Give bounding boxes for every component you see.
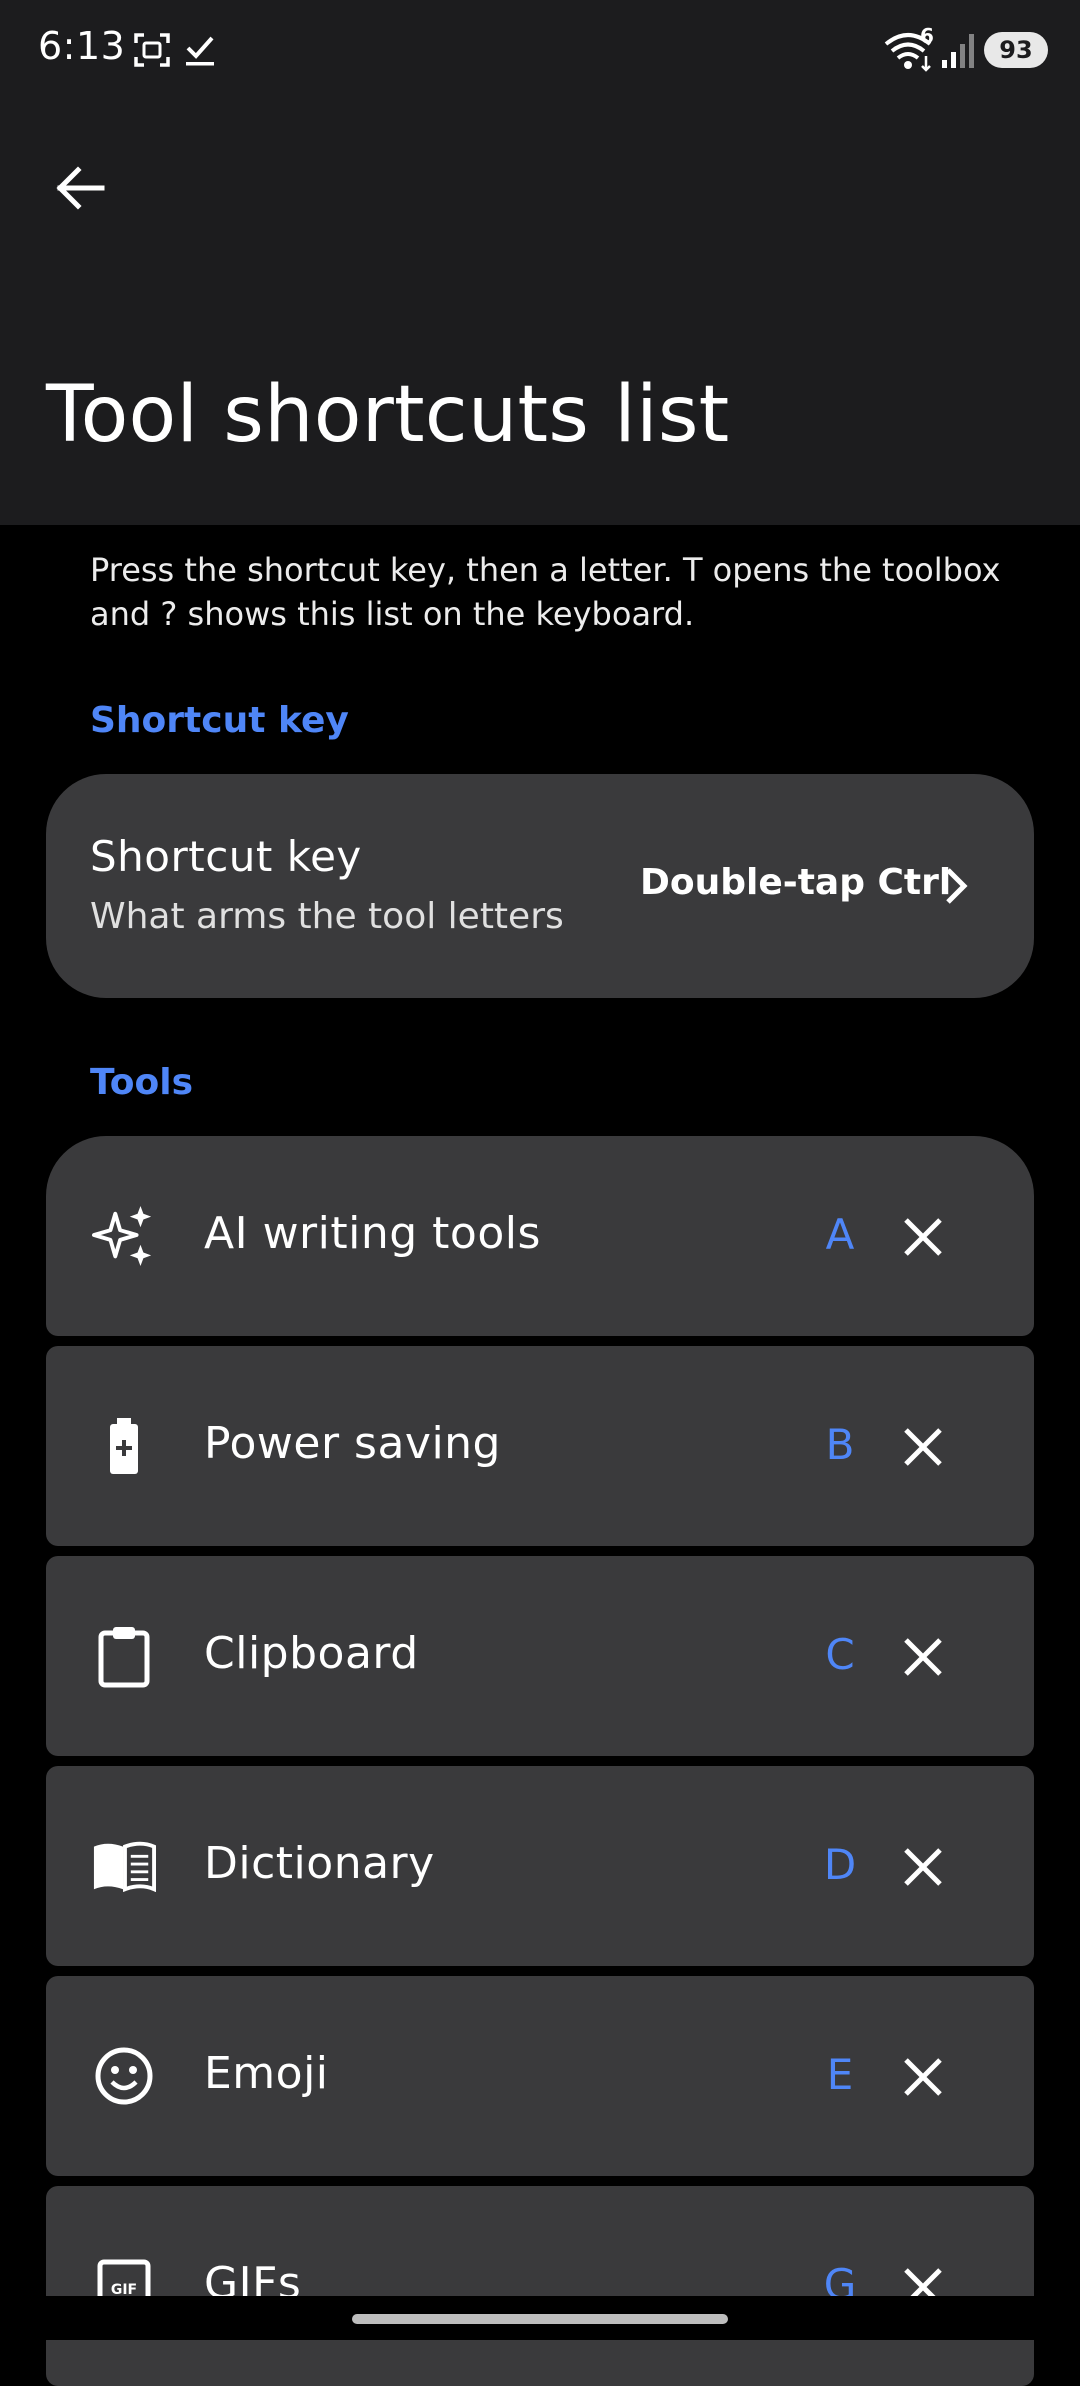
- page-description: Press the shortcut key, then a letter. T…: [90, 551, 1001, 633]
- tool-letter: E: [826, 2050, 854, 2099]
- tool-row[interactable]: [46, 1976, 1034, 2176]
- signal-icon: [940, 32, 980, 70]
- tool-row[interactable]: [46, 1766, 1034, 1966]
- tool-letter: D: [823, 1840, 857, 1889]
- tool-label: Clipboard: [204, 1628, 419, 1679]
- tool-letter: C: [825, 1630, 855, 1679]
- close-icon: [904, 1638, 942, 1676]
- arrow-left-icon: [56, 166, 105, 210]
- shortcut-key-title: Shortcut key: [90, 832, 362, 881]
- app-header: [0, 100, 1080, 525]
- tool-label: Emoji: [204, 2048, 329, 2099]
- section-header-tools: Tools: [90, 1062, 194, 1103]
- remove-tool-button[interactable]: [898, 2052, 948, 2102]
- section-header-shortcut-key: Shortcut key: [90, 700, 349, 741]
- remove-tool-button[interactable]: [898, 1842, 948, 1892]
- check-icon: [180, 30, 220, 70]
- close-icon: [904, 1848, 942, 1886]
- remove-tool-button[interactable]: [898, 1212, 948, 1262]
- remove-tool-button[interactable]: [898, 1422, 948, 1472]
- shortcut-key-subtitle: What arms the tool letters: [90, 896, 564, 937]
- remove-tool-button[interactable]: [898, 1632, 948, 1682]
- clipboard-icon: [92, 1624, 156, 1688]
- tool-letter: A: [825, 1210, 855, 1259]
- close-icon: [904, 2058, 942, 2096]
- tool-row[interactable]: [46, 1556, 1034, 1756]
- wifi-badge: 6: [920, 24, 934, 48]
- tool-row[interactable]: [46, 1346, 1034, 1546]
- tool-letter: B: [825, 1420, 855, 1469]
- close-icon: [904, 1428, 942, 1466]
- page-title: Tool shortcuts list: [46, 370, 730, 460]
- chevron-right-icon: [936, 866, 976, 906]
- tool-label: AI writing tools: [204, 1208, 541, 1259]
- shortcut-key-value: Double-tap Ctrl: [640, 862, 952, 903]
- tool-row[interactable]: [46, 2186, 1034, 2386]
- tool-label: Power saving: [204, 1418, 501, 1469]
- screenshot-icon: [132, 30, 172, 70]
- back-button[interactable]: [40, 148, 120, 228]
- home-gesture-handle[interactable]: [352, 2314, 728, 2324]
- battery-icon: 93: [984, 32, 1048, 68]
- battery-plus-icon: [92, 1414, 156, 1478]
- book-icon: [92, 1834, 156, 1898]
- close-icon: [904, 1218, 942, 1256]
- smiley-icon: [92, 2044, 156, 2108]
- tool-label: Dictionary: [204, 1838, 435, 1889]
- sparkle-icon: [92, 1204, 156, 1268]
- status-time: 6:13: [38, 24, 126, 68]
